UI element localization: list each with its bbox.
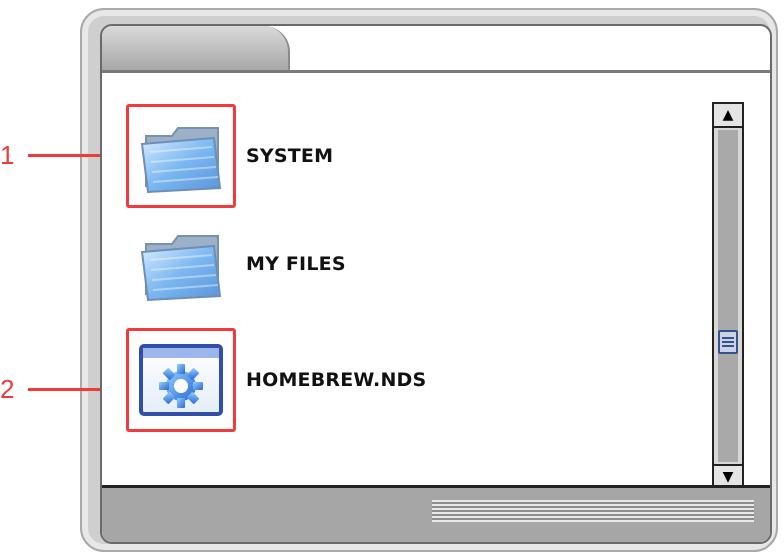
file-item-icon [126, 212, 236, 316]
callout-number: 1 [0, 140, 15, 170]
callout-1: 1 [0, 140, 100, 171]
tab-divider [102, 70, 770, 73]
scroll-up-button[interactable]: ▲ [714, 104, 742, 128]
status-bar [102, 485, 770, 542]
file-item-my-files[interactable]: MY FILES [126, 212, 346, 316]
callout-number: 2 [0, 374, 15, 404]
file-name: HOMEBREW.NDS [246, 369, 427, 391]
callout-line [28, 154, 100, 157]
highlight-box [126, 104, 236, 208]
file-item-homebrew[interactable]: HOMEBREW.NDS [126, 328, 426, 432]
file-item-icon [126, 104, 236, 208]
file-item-icon [126, 328, 236, 432]
file-item-system[interactable]: SYSTEM [126, 104, 333, 208]
vertical-scrollbar[interactable]: ▲ ▼ [712, 102, 744, 490]
file-name: MY FILES [246, 253, 346, 275]
callout-2: 2 [0, 374, 100, 405]
folder-icon [140, 235, 222, 302]
file-list-panel: SYSTEM MY FILES HOMEBREW.NDS ▲ ▼ [100, 24, 772, 544]
resize-grip[interactable] [432, 500, 754, 522]
scroll-track[interactable] [718, 130, 738, 462]
highlight-box [126, 328, 236, 432]
callout-line [28, 388, 100, 391]
file-name: SYSTEM [246, 145, 334, 167]
folder-tab[interactable] [102, 26, 290, 70]
scroll-thumb[interactable] [718, 330, 738, 354]
